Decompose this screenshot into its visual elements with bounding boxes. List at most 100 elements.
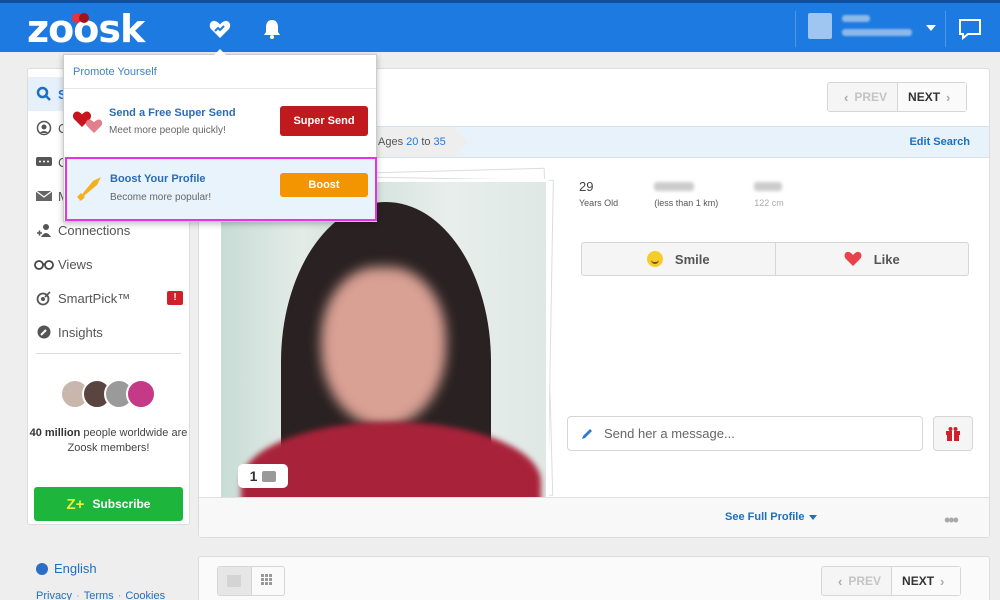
smile-button[interactable]: Smile [582, 243, 775, 275]
profile-actions: Smile Like [581, 242, 969, 276]
insights-icon [34, 323, 54, 341]
members-caption: people worldwide are Zoosk members! [67, 427, 188, 454]
terms-link[interactable]: Terms [84, 590, 114, 600]
sidebar-item-label: SmartPick™ [58, 290, 131, 306]
single-view-button[interactable] [218, 567, 252, 595]
user-menu[interactable] [795, 11, 945, 47]
stat-age: 29 Years Old [579, 179, 618, 208]
prev-button[interactable]: ‹ PREV [828, 83, 899, 111]
boost-button[interactable]: Boost [280, 173, 368, 197]
photo-subject-face [321, 267, 446, 427]
chevron-right-icon: › [940, 573, 945, 589]
sidebar-item-label: Insights [58, 324, 103, 340]
zoosk-plus-icon: Z+ [66, 495, 85, 513]
next-label: NEXT [908, 90, 941, 104]
sidebar-item-label: Connections [58, 222, 131, 238]
send-gift-button[interactable] [933, 416, 973, 451]
filter-prefix: Ages [378, 136, 404, 148]
message-placeholder: Send her a message... [604, 426, 735, 441]
profile-stats: 29 Years Old (less than 1 km) 122 cm [579, 179, 820, 208]
subscribe-label: Subscribe [92, 497, 151, 511]
age-value: 29 [579, 179, 594, 194]
chat-icon [34, 153, 54, 171]
user-menu-caret-icon[interactable] [926, 25, 936, 31]
heart-icon [844, 251, 862, 266]
super-send-title: Send a Free Super Send [109, 107, 236, 119]
carousel-heart-icon[interactable] [208, 17, 232, 41]
age-label: Years Old [579, 198, 619, 208]
photo-count-badge[interactable]: 1 [238, 464, 288, 488]
smartpick-icon [34, 289, 54, 307]
boost-subtitle: Become more popular! [110, 192, 212, 203]
cookies-link[interactable]: Cookies [125, 590, 165, 600]
members-count: 40 million [29, 427, 81, 439]
location-value-blurred [654, 179, 718, 195]
stat-location: (less than 1 km) [654, 179, 718, 208]
promote-yourself-dropdown: Promote Yourself Send a Free Super Send … [63, 54, 377, 222]
smiley-icon [646, 251, 663, 267]
message-input[interactable]: Send her a message... [567, 416, 923, 451]
like-label: Like [873, 251, 900, 267]
notification-bell-icon[interactable] [260, 17, 284, 41]
gift-icon [946, 426, 960, 441]
age-max: 35 [433, 136, 446, 148]
age-filter-crumb[interactable]: Ages 20 to 35 [374, 127, 468, 157]
language-selector[interactable]: English [36, 561, 97, 576]
hearts-icon [72, 111, 103, 133]
prev-label: PREV [848, 574, 882, 588]
next-label: NEXT [902, 574, 935, 588]
user-name-blurred [842, 15, 870, 22]
photo-count: 1 [249, 468, 258, 484]
mail-icon [34, 187, 54, 205]
globe-icon [36, 562, 48, 575]
sidebar-item-views[interactable]: Views [28, 247, 189, 281]
next-button[interactable]: NEXT › [892, 567, 961, 595]
members-count-text: 40 million people worldwide are Zoosk me… [28, 426, 189, 456]
see-full-profile-link[interactable]: See Full Profile [725, 511, 817, 523]
rocket-icon [77, 177, 101, 201]
dropdown-caret [212, 49, 228, 57]
distance-label: (less than 1 km) [654, 198, 719, 208]
connections-icon [34, 221, 54, 239]
bottom-toolbar: ‹ PREV NEXT › [198, 556, 990, 600]
height-label: 122 cm [754, 198, 784, 208]
more-options-icon[interactable]: ••• [944, 510, 959, 531]
footer-links: Privacy · Terms · Cookies [36, 590, 166, 600]
prev-button[interactable]: ‹ PREV [822, 567, 893, 595]
search-icon [34, 85, 54, 103]
super-send-button[interactable]: Super Send [280, 106, 368, 136]
filter-to: to [421, 136, 431, 148]
sidebar-item-label: Views [58, 256, 93, 272]
sidebar-item-insights[interactable]: Insights [28, 315, 189, 349]
super-send-row: Send a Free Super Send Meet more people … [64, 89, 376, 155]
pencil-icon [582, 428, 592, 439]
pager-bottom: ‹ PREV NEXT › [821, 566, 962, 596]
sidebar-item-smartpick[interactable]: SmartPick™ ! [28, 281, 189, 315]
chevron-right-icon: › [946, 89, 951, 105]
view-toggle [217, 566, 285, 596]
stat-height: 122 cm [754, 179, 784, 208]
avatar [126, 379, 156, 409]
user-avatar [808, 13, 832, 39]
divider [945, 11, 946, 47]
prev-label: PREV [854, 90, 888, 104]
next-button[interactable]: NEXT › [898, 83, 967, 111]
smile-label: Smile [674, 251, 710, 267]
edit-search-link[interactable]: Edit Search [909, 136, 970, 148]
camera-icon [262, 470, 277, 482]
subscribe-button[interactable]: Z+ Subscribe [34, 487, 183, 521]
like-button[interactable]: Like [774, 243, 969, 275]
boost-title: Boost Your Profile [110, 173, 206, 185]
grid-view-icon [260, 574, 272, 585]
age-min: 20 [406, 136, 419, 148]
top-navigation-bar: zoosk [0, 0, 1000, 57]
privacy-link[interactable]: Privacy [36, 590, 72, 600]
logo-heart-icon [72, 13, 89, 23]
chat-bubble-icon[interactable] [958, 18, 982, 40]
card-footer: See Full Profile ••• [199, 497, 989, 537]
glasses-icon [34, 255, 54, 273]
profile-photo[interactable]: 1 [218, 179, 549, 509]
chevron-left-icon: ‹ [838, 573, 843, 589]
super-send-subtitle: Meet more people quickly! [109, 125, 226, 136]
grid-view-button[interactable] [252, 567, 285, 595]
